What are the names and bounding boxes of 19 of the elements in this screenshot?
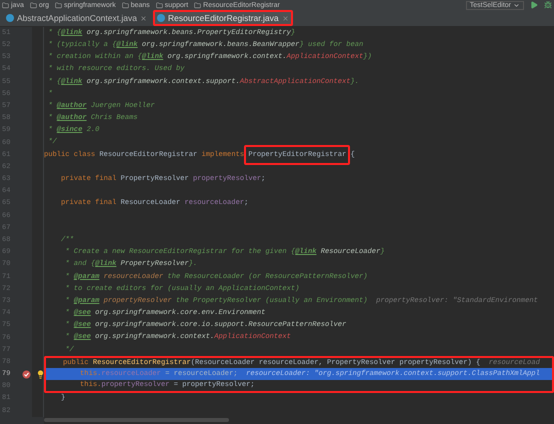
folder-icon [194,2,202,8]
debug-icon[interactable] [544,1,552,9]
breakpoint-icon[interactable] [22,370,31,379]
lightbulb-icon[interactable] [36,370,45,379]
folder-icon [122,2,129,8]
tab-label: ResourceEditorRegistrar.java [168,12,279,24]
close-icon[interactable] [282,14,289,22]
editor-tab[interactable]: ResourceEditorRegistrar.java [153,10,293,26]
class-file-icon [6,14,14,22]
folder-icon [156,2,163,8]
folder-icon [2,2,9,8]
tab-label: AbstractApplicationContext.java [17,12,138,24]
folder-icon [30,2,37,8]
run-icon[interactable] [530,1,538,9]
caret-icon [513,2,520,8]
class-file-icon [157,14,166,22]
folder-icon [54,2,62,8]
close-icon[interactable] [140,14,148,22]
editor-tab[interactable]: AbstractApplicationContext.java [2,10,152,26]
